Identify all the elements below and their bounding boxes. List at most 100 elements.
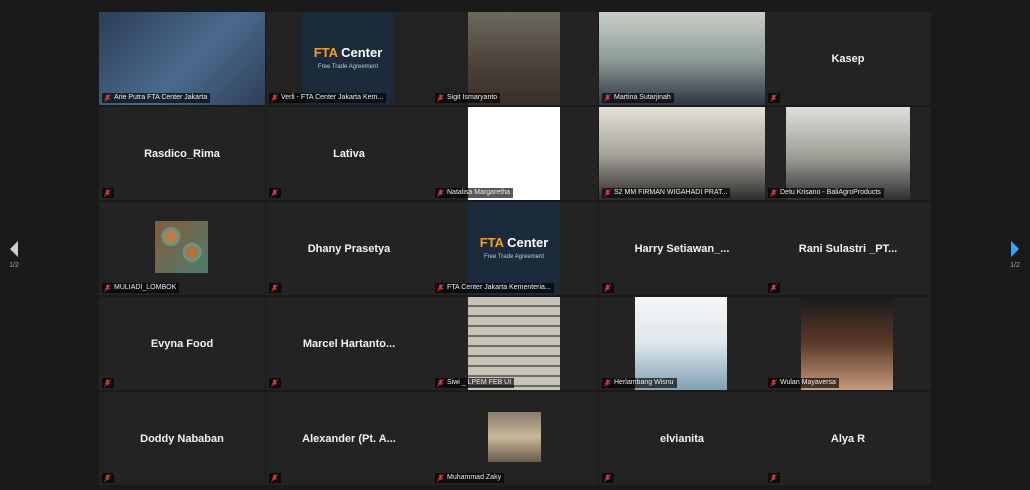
participant-name-tag [269,473,281,483]
participant-tile[interactable]: Evyna Food [99,297,265,390]
participant-tile[interactable]: Harry Setiawan_... [599,202,765,295]
participant-tile[interactable]: Kasep [765,12,931,105]
fta-logo-suffix: Center [507,235,549,250]
participant-name-label: Sigit Ismaryanto [447,94,498,101]
muted-mic-icon [104,284,111,292]
muted-mic-icon [271,474,278,482]
fta-logo-text: FTA Center [302,45,394,60]
participant-video [468,107,560,200]
participant-name-tag [768,283,780,293]
participant-video [599,107,765,200]
next-page-nav[interactable]: 1/2 [1005,240,1025,269]
participant-tile[interactable]: Rani Sulastri _PT... [765,202,931,295]
participant-tile[interactable]: Doddy Nababan [99,392,265,485]
muted-mic-icon [604,189,611,197]
chevron-right-icon[interactable] [1009,240,1021,258]
participant-tile[interactable]: Dhany Prasetya [266,202,432,295]
participant-display-name: Doddy Nababan [140,432,224,445]
participant-video [635,297,727,390]
participant-tile[interactable]: MULIADI_LOMBOK [99,202,265,295]
muted-mic-icon [770,284,777,292]
fta-logo-suffix: Center [341,45,383,60]
participant-video [786,107,910,200]
participant-tile[interactable]: Lativa [266,107,432,200]
chevron-left-icon[interactable] [8,240,20,258]
participant-display-name: Kasep [831,52,865,65]
participant-name-tag: Natalisa Margaretha [435,188,514,198]
muted-mic-icon [770,474,777,482]
participant-name-tag [269,283,281,293]
participant-name-tag: Detu Krisano - BaliAgroProducts [768,188,884,198]
participant-name-tag [602,283,614,293]
participant-display-name: Dhany Prasetya [307,242,391,255]
participant-tile[interactable]: Muhammad Zaky [432,392,598,485]
muted-mic-icon [271,189,278,197]
participant-name-tag: Herlambang Wisnu [602,378,677,388]
participant-name-label: Arie Putra FTA Center Jakarta [114,94,208,101]
muted-mic-icon [437,379,444,387]
participant-name-tag: Martina Sutarjinah [602,93,674,103]
participant-tile[interactable]: Herlambang Wisnu [599,297,765,390]
muted-mic-icon [437,189,444,197]
participant-display-name: Alya R [830,432,866,445]
muted-mic-icon [770,379,777,387]
participant-name-label: MULIADI_LOMBOK [114,284,177,291]
participant-tile[interactable]: Alexander (Pt. A... [266,392,432,485]
muted-mic-icon [604,379,611,387]
participant-video [599,12,765,105]
muted-mic-icon [770,189,777,197]
participant-tile[interactable]: Wulan Mayaversa [765,297,931,390]
participant-name-label: Muhammad Zaky [447,474,502,481]
participant-tile[interactable]: Alya R [765,392,931,485]
muted-mic-icon [604,284,611,292]
participant-tile[interactable]: Arie Putra FTA Center Jakarta [99,12,265,105]
participant-display-name: Harry Setiawan_... [634,242,730,255]
participant-display-name: Rani Sulastri _PT... [798,242,898,255]
fta-logo-subtitle: Free Trade Agreement [317,64,379,70]
participant-name-tag: Wulan Mayaversa [768,378,839,388]
participant-video [468,12,560,105]
page-indicator-right: 1/2 [1010,262,1020,269]
prev-page-nav[interactable]: 1/2 [4,240,24,269]
muted-mic-icon [604,474,611,482]
muted-mic-icon [104,189,111,197]
participant-video: FTA Center Free Trade Agreement [468,202,560,295]
participant-tile[interactable]: FTA Center Free Trade Agreement Verli - FT… [266,12,432,105]
participant-name-label: Natalisa Margaretha [447,189,511,196]
fta-logo-subtitle: Free Trade Agreement [483,254,545,260]
muted-mic-icon [437,284,444,292]
participant-tile[interactable]: Natalisa Margaretha [432,107,598,200]
participant-name-tag: Verli - FTA Center Jakarta Kem... [269,93,387,103]
participant-display-name: Evyna Food [150,337,214,350]
participant-video [801,297,893,390]
muted-mic-icon [437,94,444,102]
participant-tile[interactable]: Siwi _ LPEM FEB UI [432,297,598,390]
participant-tile[interactable]: S2 MM FIRMAN WIGAHADI PRAT... [599,107,765,200]
fta-logo-prefix: FTA [313,45,342,60]
participant-display-name: Alexander (Pt. A... [302,432,396,445]
participant-name-tag: Sigit Ismaryanto [435,93,501,103]
participant-tile[interactable]: Rasdico_Rima [99,107,265,200]
participant-video: FTA Center Free Trade Agreement [302,12,394,105]
participant-display-name: Marcel Hartanto... [302,337,396,350]
muted-mic-icon [271,379,278,387]
fta-logo-text: FTA Center [468,235,560,250]
muted-mic-icon [271,284,278,292]
participant-tile[interactable]: Martina Sutarjinah [599,12,765,105]
participant-tile[interactable]: FTA Center Free Trade Agreement FTA Center… [432,202,598,295]
participant-tile[interactable]: Marcel Hartanto... [266,297,432,390]
participant-tile[interactable]: Detu Krisano - BaliAgroProducts [765,107,931,200]
gallery-grid: Arie Putra FTA Center Jakarta FTA Center F… [99,12,931,488]
participant-tile[interactable]: elvianita [599,392,765,485]
participant-tile[interactable]: Sigit Ismaryanto [432,12,598,105]
participant-video [99,12,265,105]
participant-name-label: Detu Krisano - BaliAgroProducts [780,189,881,196]
participant-display-name: elvianita [659,432,705,445]
participant-name-tag [768,473,780,483]
participant-name-tag: MULIADI_LOMBOK [102,283,180,293]
participant-video [155,221,208,273]
muted-mic-icon [104,94,111,102]
participant-video [488,412,541,462]
participant-display-name: Rasdico_Rima [144,147,220,160]
participant-name-label: S2 MM FIRMAN WIGAHADI PRAT... [614,189,728,196]
